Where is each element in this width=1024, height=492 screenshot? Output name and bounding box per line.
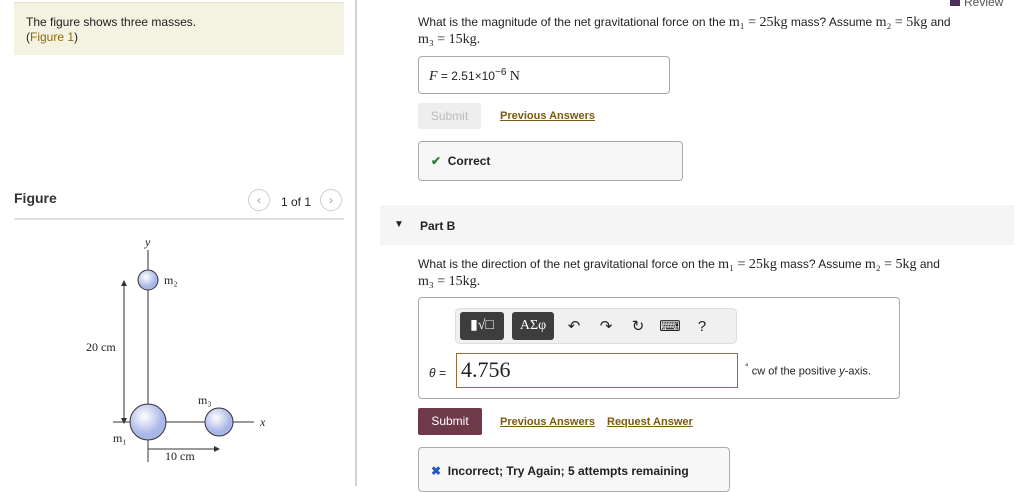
partA-answer-box: F = 2.51×10−6 N xyxy=(418,56,670,94)
masses-figure: y x m₂ m₁ m₃ 20 cm 10 cm xyxy=(86,235,266,463)
unit-text: ° cw of the positive y-axis. xyxy=(745,362,871,378)
mass-m2 xyxy=(137,269,159,291)
partB-header[interactable]: ▼ Part B xyxy=(380,205,1014,245)
redo-icon[interactable]: ↷ xyxy=(594,317,618,335)
partB-feedback: ✖ Incorrect; Try Again; 5 attempts remai… xyxy=(418,447,730,492)
partA-submit-button[interactable]: Submit xyxy=(418,103,481,129)
theta-label: θ = xyxy=(429,366,446,380)
partA-previous-answers[interactable]: Previous Answers xyxy=(500,110,595,122)
review-link[interactable]: Review xyxy=(950,0,1003,9)
x-label: x xyxy=(259,415,266,429)
undo-icon[interactable]: ↶ xyxy=(562,317,586,335)
y-label: y xyxy=(144,235,151,249)
partB-submit-button[interactable]: Submit xyxy=(418,408,482,435)
help-button[interactable]: ? xyxy=(690,318,714,335)
partA-answer: 2.51×10 xyxy=(451,69,495,83)
request-answer-link[interactable]: Request Answer xyxy=(607,416,693,428)
theta-input[interactable]: 4.756 xyxy=(456,353,738,388)
partB-previous-answers[interactable]: Previous Answers xyxy=(500,416,595,428)
templates-button[interactable]: ▮√□ xyxy=(460,312,504,340)
x-icon: ✖ xyxy=(431,464,442,478)
math-toolbar: ▮√□ ΑΣφ ↶ ↷ ↻ ⌨ ? xyxy=(455,308,737,344)
greek-button[interactable]: ΑΣφ xyxy=(512,312,554,340)
reset-icon[interactable]: ↻ xyxy=(626,317,650,335)
m1-label: m₁ xyxy=(113,431,127,445)
partA-feedback: ✔ Correct xyxy=(418,141,683,181)
keyboard-icon[interactable]: ⌨ xyxy=(658,317,682,335)
m2-label: m₂ xyxy=(164,273,178,287)
partB-answer-box: ▮√□ ΑΣφ ↶ ↷ ↻ ⌨ ? θ = 4.756 ° cw of the … xyxy=(418,297,900,399)
panel-divider[interactable] xyxy=(355,0,357,486)
m3-label: m₃ xyxy=(198,393,212,407)
check-icon: ✔ xyxy=(431,154,442,168)
partB-question: What is the direction of the net gravita… xyxy=(418,257,940,289)
collapse-icon: ▼ xyxy=(394,219,404,230)
partA-question: What is the magnitude of the net gravita… xyxy=(418,15,951,47)
dim-20cm: 20 cm xyxy=(86,340,116,354)
dim-10cm: 10 cm xyxy=(165,449,195,463)
mass-m3 xyxy=(204,407,234,437)
mass-m1 xyxy=(129,403,167,441)
